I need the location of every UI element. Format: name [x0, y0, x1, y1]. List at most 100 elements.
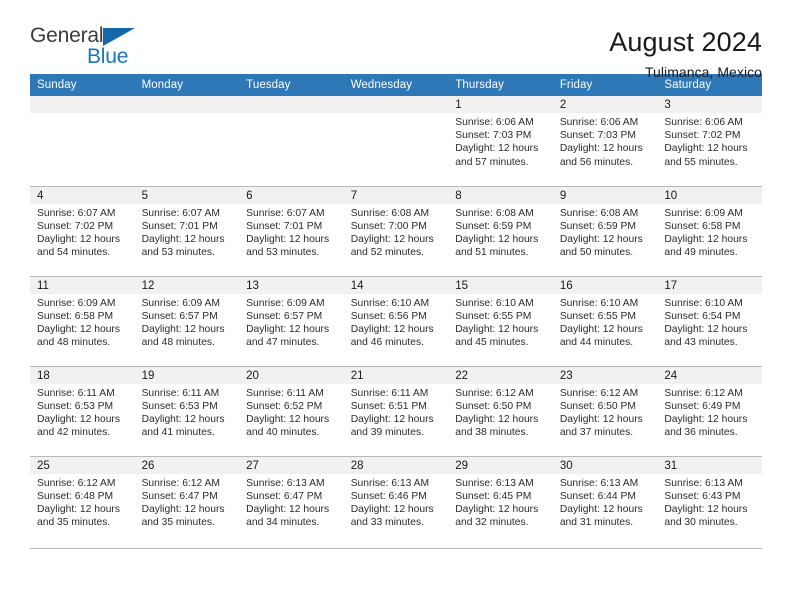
day-number: 1 — [448, 96, 553, 113]
day-cell[interactable]: 10 Sunrise: 6:09 AM Sunset: 6:58 PM Dayl… — [657, 186, 762, 277]
day-cell[interactable]: 8 Sunrise: 6:08 AM Sunset: 6:59 PM Dayli… — [448, 186, 553, 277]
daylight-text-line2: and 34 minutes. — [246, 517, 320, 529]
sunrise-text: Sunrise: 6:12 AM — [37, 477, 116, 489]
day-cell[interactable]: 14 Sunrise: 6:10 AM Sunset: 6:56 PM Dayl… — [343, 276, 449, 367]
day-cell[interactable]: 6 Sunrise: 6:07 AM Sunset: 7:01 PM Dayli… — [239, 186, 344, 277]
day-cell[interactable] — [343, 96, 449, 187]
day-cell[interactable]: 26 Sunrise: 6:12 AM Sunset: 6:47 PM Dayl… — [134, 456, 240, 549]
day-cell[interactable]: 18 Sunrise: 6:11 AM Sunset: 6:53 PM Dayl… — [30, 366, 135, 457]
day-cell[interactable]: 4 Sunrise: 6:07 AM Sunset: 7:02 PM Dayli… — [30, 186, 135, 277]
sunset-text: Sunset: 6:50 PM — [559, 400, 636, 412]
day-cell-inner: 11 Sunrise: 6:09 AM Sunset: 6:58 PM Dayl… — [30, 276, 135, 366]
daylight-text-line2: and 54 minutes. — [37, 247, 111, 259]
day-cell[interactable]: 3 Sunrise: 6:06 AM Sunset: 7:02 PM Dayli… — [657, 96, 762, 187]
day-cell[interactable]: 1 Sunrise: 6:06 AM Sunset: 7:03 PM Dayli… — [448, 96, 553, 187]
logo-text-blue: Blue — [87, 45, 129, 68]
day-cell[interactable]: 15 Sunrise: 6:10 AM Sunset: 6:55 PM Dayl… — [448, 276, 553, 367]
day-cell[interactable]: 7 Sunrise: 6:08 AM Sunset: 7:00 PM Dayli… — [343, 186, 449, 277]
daylight-text-line2: and 43 minutes. — [664, 337, 738, 349]
day-cell-inner: 21 Sunrise: 6:11 AM Sunset: 6:51 PM Dayl… — [343, 366, 449, 456]
daylight-text-line2: and 36 minutes. — [664, 427, 738, 439]
sunset-text: Sunset: 6:53 PM — [141, 400, 218, 412]
day-details: Sunrise: 6:07 AM Sunset: 7:01 PM Dayligh… — [239, 204, 344, 260]
sunset-text: Sunset: 6:52 PM — [246, 400, 323, 412]
daylight-text-line2: and 31 minutes. — [559, 517, 634, 529]
day-cell[interactable]: 17 Sunrise: 6:10 AM Sunset: 6:54 PM Dayl… — [657, 276, 762, 367]
day-cell[interactable]: 11 Sunrise: 6:09 AM Sunset: 6:58 PM Dayl… — [30, 276, 135, 367]
daylight-text-line1: Daylight: 12 hours — [559, 143, 643, 155]
sunrise-text: Sunrise: 6:12 AM — [664, 387, 743, 399]
daylight-text-line1: Daylight: 12 hours — [246, 413, 330, 425]
day-cell-inner: 16 Sunrise: 6:10 AM Sunset: 6:55 PM Dayl… — [552, 276, 658, 366]
day-cell[interactable] — [30, 96, 135, 187]
day-cell[interactable] — [134, 96, 240, 187]
sunset-text: Sunset: 6:59 PM — [455, 220, 532, 232]
day-number: 17 — [657, 276, 762, 294]
day-details: Sunrise: 6:12 AM Sunset: 6:47 PM Dayligh… — [135, 474, 240, 530]
day-cell-inner: 31 Sunrise: 6:13 AM Sunset: 6:43 PM Dayl… — [657, 456, 762, 548]
day-cell[interactable]: 25 Sunrise: 6:12 AM Sunset: 6:48 PM Dayl… — [30, 456, 135, 549]
day-cell[interactable]: 2 Sunrise: 6:06 AM Sunset: 7:03 PM Dayli… — [552, 96, 658, 187]
sunrise-text: Sunrise: 6:10 AM — [664, 297, 743, 309]
daylight-text-line1: Daylight: 12 hours — [664, 413, 748, 425]
sunrise-text: Sunrise: 6:06 AM — [664, 117, 743, 128]
day-details: Sunrise: 6:12 AM Sunset: 6:49 PM Dayligh… — [657, 384, 762, 440]
day-cell-inner: 22 Sunrise: 6:12 AM Sunset: 6:50 PM Dayl… — [448, 366, 553, 456]
day-number: 8 — [448, 186, 553, 204]
day-cell[interactable]: 31 Sunrise: 6:13 AM Sunset: 6:43 PM Dayl… — [657, 456, 762, 549]
day-cell[interactable]: 21 Sunrise: 6:11 AM Sunset: 6:51 PM Dayl… — [343, 366, 449, 457]
weekday-header-thursday: Thursday — [448, 74, 553, 96]
day-details: Sunrise: 6:10 AM Sunset: 6:55 PM Dayligh… — [448, 294, 553, 350]
daylight-text-line1: Daylight: 12 hours — [246, 233, 330, 245]
week-row: 11 Sunrise: 6:09 AM Sunset: 6:58 PM Dayl… — [30, 276, 762, 367]
daylight-text-line1: Daylight: 12 hours — [559, 503, 643, 515]
daylight-text-line2: and 57 minutes. — [455, 156, 529, 168]
daylight-text-line2: and 53 minutes. — [246, 247, 320, 259]
day-cell[interactable]: 30 Sunrise: 6:13 AM Sunset: 6:44 PM Dayl… — [552, 456, 658, 549]
daylight-text-line1: Daylight: 12 hours — [559, 413, 643, 425]
sunset-text: Sunset: 6:47 PM — [246, 490, 323, 502]
day-cell[interactable]: 24 Sunrise: 6:12 AM Sunset: 6:49 PM Dayl… — [657, 366, 762, 457]
day-number: 26 — [134, 456, 240, 474]
sunrise-text: Sunrise: 6:06 AM — [559, 117, 639, 128]
day-cell[interactable] — [239, 96, 344, 187]
day-number: 5 — [134, 186, 240, 204]
day-number: 27 — [239, 456, 344, 474]
day-cell[interactable]: 27 Sunrise: 6:13 AM Sunset: 6:47 PM Dayl… — [239, 456, 344, 549]
sunset-text: Sunset: 6:43 PM — [664, 490, 741, 502]
day-cell[interactable]: 19 Sunrise: 6:11 AM Sunset: 6:53 PM Dayl… — [134, 366, 240, 457]
day-cell[interactable]: 9 Sunrise: 6:08 AM Sunset: 6:59 PM Dayli… — [552, 186, 658, 277]
sunset-text: Sunset: 6:55 PM — [559, 310, 636, 322]
sunrise-text: Sunrise: 6:11 AM — [350, 387, 429, 399]
daylight-text-line2: and 53 minutes. — [141, 247, 215, 259]
day-cell[interactable]: 5 Sunrise: 6:07 AM Sunset: 7:01 PM Dayli… — [134, 186, 240, 277]
day-details: Sunrise: 6:11 AM Sunset: 6:53 PM Dayligh… — [135, 384, 240, 440]
day-cell[interactable]: 28 Sunrise: 6:13 AM Sunset: 6:46 PM Dayl… — [343, 456, 449, 549]
day-cell[interactable]: 23 Sunrise: 6:12 AM Sunset: 6:50 PM Dayl… — [552, 366, 658, 457]
day-cell-inner — [239, 96, 344, 186]
week-row: 18 Sunrise: 6:11 AM Sunset: 6:53 PM Dayl… — [30, 366, 762, 457]
calendar-grid: Sunday Monday Tuesday Wednesday Thursday… — [30, 74, 762, 549]
sunset-text: Sunset: 6:45 PM — [455, 490, 532, 502]
daylight-text-line2: and 35 minutes. — [141, 517, 215, 529]
day-cell[interactable]: 12 Sunrise: 6:09 AM Sunset: 6:57 PM Dayl… — [134, 276, 240, 367]
day-cell[interactable]: 29 Sunrise: 6:13 AM Sunset: 6:45 PM Dayl… — [448, 456, 553, 549]
sunset-text: Sunset: 6:46 PM — [350, 490, 427, 502]
day-number: 6 — [239, 186, 344, 204]
day-number: 19 — [134, 366, 240, 384]
daylight-text-line2: and 40 minutes. — [246, 427, 320, 439]
day-number: 13 — [239, 276, 344, 294]
day-cell[interactable]: 13 Sunrise: 6:09 AM Sunset: 6:57 PM Dayl… — [239, 276, 344, 367]
day-details: Sunrise: 6:06 AM Sunset: 7:03 PM Dayligh… — [448, 113, 553, 169]
day-cell[interactable]: 16 Sunrise: 6:10 AM Sunset: 6:55 PM Dayl… — [552, 276, 658, 367]
calendar-page: General Blue August 2024 Tulimanca, Mexi… — [0, 0, 792, 612]
week-row: 4 Sunrise: 6:07 AM Sunset: 7:02 PM Dayli… — [30, 186, 762, 277]
day-number: 10 — [657, 186, 762, 204]
general-blue-logo[interactable]: General Blue — [30, 24, 150, 72]
day-cell[interactable]: 22 Sunrise: 6:12 AM Sunset: 6:50 PM Dayl… — [448, 366, 553, 457]
day-details: Sunrise: 6:06 AM Sunset: 7:02 PM Dayligh… — [657, 113, 762, 169]
day-number: 29 — [448, 456, 553, 474]
daylight-text-line1: Daylight: 12 hours — [455, 233, 539, 245]
day-cell[interactable]: 20 Sunrise: 6:11 AM Sunset: 6:52 PM Dayl… — [239, 366, 344, 457]
sunrise-text: Sunrise: 6:08 AM — [559, 207, 639, 219]
